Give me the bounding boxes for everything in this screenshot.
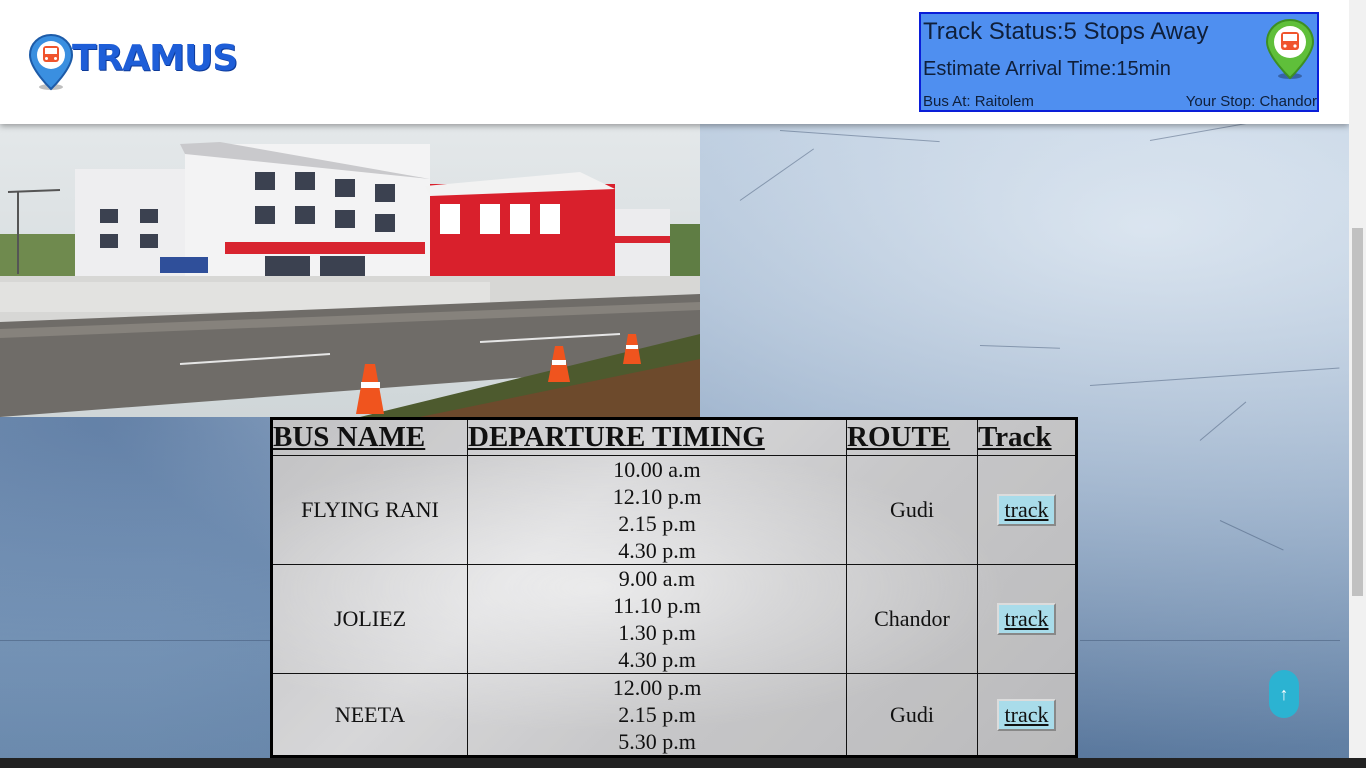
track-button[interactable]: track bbox=[996, 603, 1057, 635]
timing-item: 9.00 a.m bbox=[618, 566, 696, 591]
table-header-row: BUS NAME DEPARTURE TIMING ROUTE Track bbox=[271, 418, 1077, 456]
route-cell: Chandor bbox=[846, 564, 978, 674]
bus-location-pin-icon bbox=[28, 33, 74, 91]
track-status-text: Track Status:5 Stops Away bbox=[923, 18, 1209, 45]
timing-item: 10.00 a.m bbox=[613, 457, 701, 482]
site-header: TRAMUS Track Status:5 Stops Away Estimat… bbox=[0, 0, 1349, 124]
timing-item: 5.30 p.m bbox=[618, 729, 696, 754]
brand-name: TRAMUS bbox=[72, 37, 238, 79]
route-cell: Gudi bbox=[846, 455, 978, 565]
timing-item: 4.30 p.m bbox=[618, 647, 696, 672]
track-status-panel: Track Status:5 Stops Away Estimate Arriv… bbox=[919, 12, 1319, 112]
column-header-bus-name: BUS NAME bbox=[271, 418, 468, 456]
bus-location-pin-icon bbox=[1265, 18, 1315, 80]
departure-timing-cell: 12.00 p.m 2.15 p.m 5.30 p.m bbox=[467, 673, 847, 757]
bus-at-text: Bus At: Raitolem bbox=[923, 93, 1034, 110]
column-header-route: ROUTE bbox=[846, 418, 978, 456]
track-cell: track bbox=[977, 455, 1077, 565]
column-header-track: Track bbox=[977, 418, 1077, 456]
arrival-time-text: Estimate Arrival Time:15min bbox=[923, 58, 1171, 80]
brand-logo[interactable]: TRAMUS bbox=[28, 32, 238, 92]
timing-item: 4.30 p.m bbox=[618, 538, 696, 563]
column-header-departure-timing: DEPARTURE TIMING bbox=[467, 418, 847, 456]
departure-timing-cell: 10.00 a.m 12.10 p.m 2.15 p.m 4.30 p.m bbox=[467, 455, 847, 565]
table-row: NEETA 12.00 p.m 2.15 p.m 5.30 p.m Gudi t… bbox=[271, 673, 1077, 757]
bus-name-cell: FLYING RANI bbox=[271, 455, 468, 565]
footer-bar bbox=[0, 758, 1366, 768]
bus-name-cell: JOLIEZ bbox=[271, 564, 468, 674]
bus-name-cell: NEETA bbox=[271, 673, 468, 757]
track-button[interactable]: track bbox=[996, 698, 1057, 731]
departure-timing-cell: 9.00 a.m 11.10 p.m 1.30 p.m 4.30 p.m bbox=[467, 564, 847, 674]
vertical-scrollbar[interactable] bbox=[1349, 0, 1366, 758]
table-row: JOLIEZ 9.00 a.m 11.10 p.m 1.30 p.m 4.30 … bbox=[271, 564, 1077, 674]
bus-schedule-table: BUS NAME DEPARTURE TIMING ROUTE Track FL… bbox=[270, 417, 1078, 758]
back-to-top-button[interactable]: ↑ bbox=[1269, 670, 1299, 718]
timing-item: 11.10 p.m bbox=[613, 593, 701, 618]
timing-item: 12.10 p.m bbox=[612, 484, 702, 509]
track-button[interactable]: track bbox=[996, 494, 1057, 526]
your-stop-text: Your Stop: Chandor bbox=[1185, 93, 1317, 110]
timing-item: 1.30 p.m bbox=[618, 620, 696, 645]
timing-item: 12.00 p.m bbox=[612, 675, 702, 700]
track-cell: track bbox=[977, 564, 1077, 674]
arrow-up-icon: ↑ bbox=[1279, 684, 1289, 704]
track-cell: track bbox=[977, 673, 1077, 757]
scrollbar-thumb[interactable] bbox=[1352, 228, 1363, 596]
timing-item: 2.15 p.m bbox=[618, 511, 696, 536]
bus-stand-photo bbox=[0, 124, 700, 417]
route-cell: Gudi bbox=[846, 673, 978, 757]
table-row: FLYING RANI 10.00 a.m 12.10 p.m 2.15 p.m… bbox=[271, 455, 1077, 565]
timing-item: 2.15 p.m bbox=[618, 702, 696, 727]
